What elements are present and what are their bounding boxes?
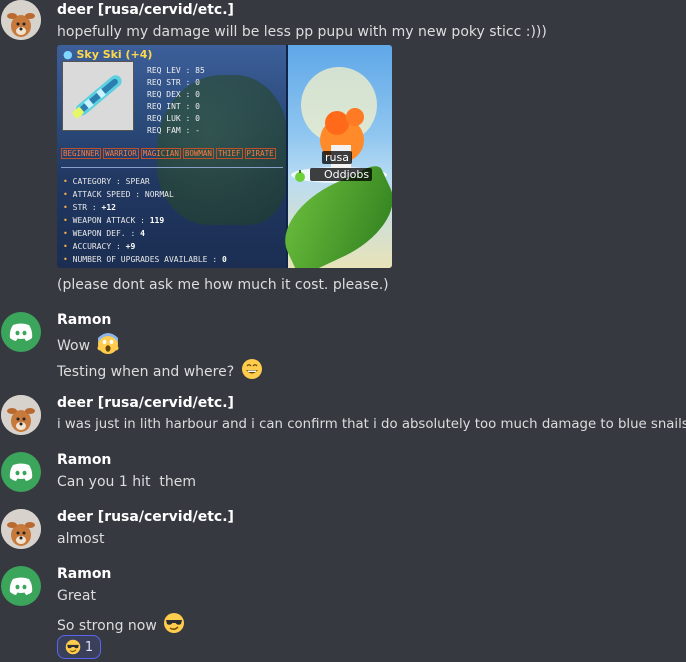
message-author[interactable]: Ramon	[57, 566, 111, 582]
user-avatar-deer[interactable]	[1, 509, 41, 549]
message-author[interactable]: deer [rusa/cervid/etc.]	[57, 2, 234, 18]
job-tag: WARRIOR	[103, 148, 139, 159]
message-group: deer [rusa/cervid/etc.] i was just in li…	[0, 395, 686, 440]
message-text: (please dont ask me how much it cost. pl…	[57, 277, 389, 293]
req-line: REQ DEX : 0	[147, 90, 200, 99]
bullet-icon: ●	[63, 48, 73, 61]
sunglasses-emoji-icon	[163, 612, 185, 640]
stat-line: • STR : +12	[63, 203, 116, 212]
deer-avatar-icon	[1, 0, 41, 40]
req-line: REQ FAM : -	[147, 126, 200, 135]
message-text: almost	[57, 531, 105, 547]
message-group: deer [rusa/cervid/etc.] almost	[0, 509, 686, 554]
user-avatar-ramon[interactable]	[1, 566, 41, 606]
user-avatar-ramon[interactable]	[1, 452, 41, 492]
message-group: Ramon Great So strong now	[0, 566, 686, 662]
guild-emblem-icon	[295, 170, 305, 182]
req-line: REQ INT : 0	[147, 102, 200, 111]
stats-list: • CATEGORY : SPEAR • ATTACK SPEED : NORM…	[63, 175, 227, 266]
discord-logo-icon	[9, 323, 33, 341]
stat-line: • WEAPON DEF. : 4	[63, 229, 145, 238]
message-text: Testing when and where?	[57, 358, 263, 386]
stats-divider	[61, 167, 283, 168]
message-author[interactable]: deer [rusa/cervid/etc.]	[57, 509, 234, 525]
req-line: REQ STR : 0	[147, 78, 200, 87]
user-avatar-deer[interactable]	[1, 0, 41, 40]
message-author[interactable]: Ramon	[57, 312, 111, 328]
req-line: REQ LUK : 0	[147, 114, 200, 123]
discord-logo-icon	[9, 463, 33, 481]
reaction-count: 1	[84, 639, 94, 655]
stat-line: • ATTACK SPEED : NORMAL	[63, 190, 174, 199]
user-avatar-ramon[interactable]	[1, 312, 41, 352]
message-group: Ramon Wow Testing when and where?	[0, 312, 686, 382]
stat-line: • ACCURACY : +9	[63, 242, 136, 251]
item-icon-box	[62, 61, 134, 131]
stat-line: • NUMBER OF UPGRADES AVAILABLE : 0	[63, 255, 227, 264]
message-group: deer [rusa/cervid/etc.] hopefully my dam…	[0, 0, 686, 300]
character-name-tag: rusa	[322, 151, 352, 164]
reaction-button[interactable]: 1	[57, 635, 101, 659]
item-title: ● Sky Ski (+4)	[63, 48, 152, 61]
screaming-face-emoji-icon	[97, 332, 119, 360]
message-author[interactable]: deer [rusa/cervid/etc.]	[57, 395, 234, 411]
deer-avatar-icon	[1, 395, 41, 435]
user-avatar-deer[interactable]	[1, 395, 41, 435]
job-tag: MAGICIAN	[140, 148, 181, 159]
grinning-face-emoji-icon	[241, 358, 263, 386]
message-text: Can you 1 hit them	[57, 474, 196, 490]
job-tag: THIEF	[215, 148, 243, 159]
message-text: i was just in lith harbour and i can con…	[57, 417, 686, 432]
job-tag: PIRATE	[244, 148, 276, 159]
guild-name-tag: Oddjobs	[310, 168, 373, 181]
req-line: REQ LEV : 85	[147, 66, 205, 75]
image-attachment[interactable]: ● Sky Ski (+4) REQ LEV : 85 REQ STR : 0 …	[57, 45, 392, 268]
job-tag: BOWMAN	[182, 148, 214, 159]
job-tag: BEGINNER	[61, 148, 102, 159]
stat-line: • CATEGORY : SPEAR	[63, 177, 150, 186]
discord-logo-icon	[9, 577, 33, 595]
ski-weapon-icon	[63, 62, 133, 130]
item-title-text: Sky Ski (+4)	[76, 48, 153, 61]
message-text: hopefully my damage will be less pp pupu…	[57, 24, 547, 40]
message-text: Great	[57, 588, 96, 604]
job-list: BEGINNER WARRIOR MAGICIAN BOWMAN THIEF PIRATE	[61, 148, 278, 159]
stat-line: • WEAPON ATTACK : 119	[63, 216, 165, 225]
message-group: Ramon Can you 1 hit them	[0, 452, 686, 497]
message-text: Wow	[57, 332, 119, 360]
message-author[interactable]: Ramon	[57, 452, 111, 468]
requirements-list: REQ LEV : 85 REQ STR : 0 REQ DEX : 0 REQ…	[147, 65, 205, 137]
deer-avatar-icon	[1, 509, 41, 549]
sunglasses-emoji-icon	[65, 639, 81, 655]
